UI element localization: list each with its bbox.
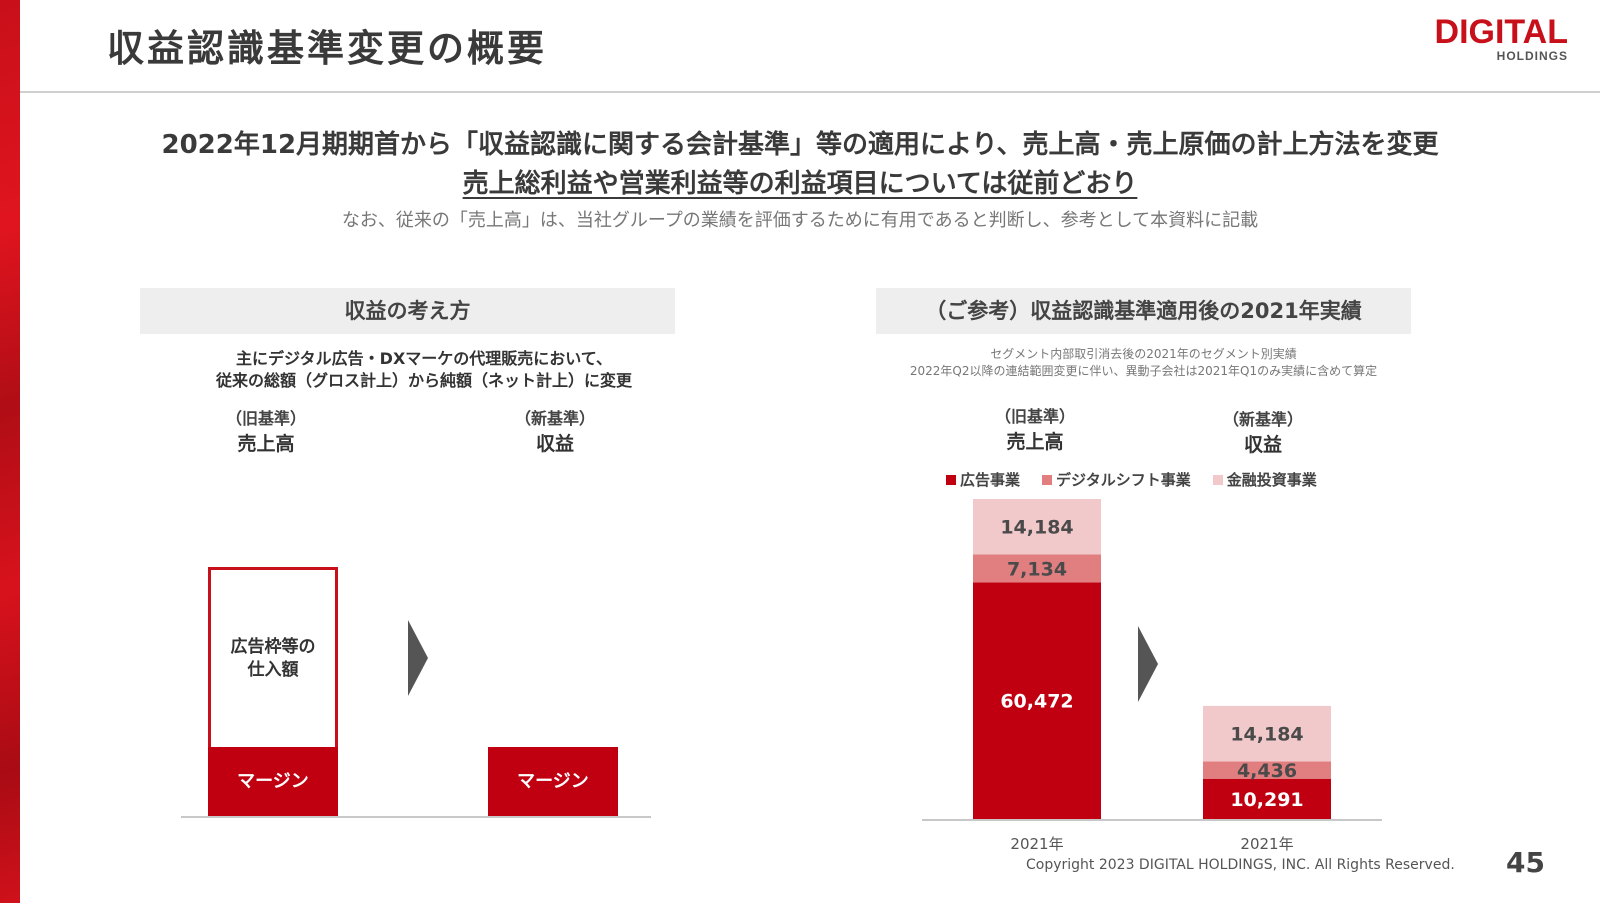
legend-swatch-2 (1212, 475, 1223, 485)
data-label-0-0: 60,472 (1000, 691, 1073, 713)
margin-box-new: マージン (488, 747, 618, 817)
legend-item-1: デジタルシフト事業 (1042, 471, 1191, 489)
headline-emphasis-text: 売上総利益や営業利益等の利益項目については従前どおり (462, 169, 1138, 199)
margin-box-old: マージン (208, 747, 338, 817)
logo-subtext: HOLDINGS (1496, 49, 1568, 63)
left-old-standard-label: （旧基準） 売上高 (196, 405, 336, 456)
data-label-1-2: 14,184 (1230, 724, 1303, 746)
note-line-2: 2022年Q2以降の連結範囲変更に伴い、異動子会社は2021年Q1のみ実績に含め… (909, 364, 1378, 378)
header-divider (20, 91, 1600, 93)
left-new-standard-label: （新基準） 収益 (485, 405, 625, 456)
headline-main: 2022年12月期期首から「収益認識に関する会計基準」等の適用により、売上高・売… (161, 130, 1439, 160)
headline-emphasis: 売上総利益や営業利益等の利益項目については従前どおり (0, 163, 1600, 200)
legend-label-1: デジタルシフト事業 (1056, 471, 1191, 489)
copyright-text: Copyright 2023 DIGITAL HOLDINGS, INC. Al… (1026, 857, 1455, 873)
right-old-standard-sub: （旧基準） (994, 407, 1075, 426)
data-label-1-0: 10,291 (1230, 789, 1303, 811)
legend-swatch-0 (946, 475, 956, 485)
legend-label-2: 金融投資事業 (1226, 471, 1317, 489)
old-standard-main: 売上高 (237, 433, 295, 455)
data-label-1-1: 4,436 (1237, 760, 1297, 782)
page-title: 収益認識基準変更の概要 (107, 27, 547, 70)
legend-item-0: 広告事業 (946, 471, 1020, 489)
chart-legend: 広告事業 デジタルシフト事業 金融投資事業 (946, 469, 1339, 490)
old-standard-sub: （旧基準） (225, 409, 306, 428)
cost-of-ad-space-box: 広告枠等の 仕入額 (208, 567, 338, 750)
note-line-1: セグメント内部取引消去後の2021年のセグメント別実績 (990, 347, 1297, 361)
legend-label-0: 広告事業 (960, 471, 1021, 489)
left-baseline (181, 816, 651, 818)
left-panel-description: 主にデジタル広告・DXマーケの代理販売において、 従来の総額（グロス計上）から純… (140, 348, 708, 392)
category-label-0: 2021年 (1010, 835, 1063, 853)
cost-label-line-2: 仕入額 (247, 660, 299, 680)
description-line-2: 従来の総額（グロス計上）から純額（ネット計上）に変更 (215, 371, 632, 390)
left-panel-title: 収益の考え方 (140, 288, 675, 334)
headline-note: なお、従来の「売上高」は、当社グループの業績を評価するために有用であると判断し、… (341, 210, 1259, 231)
company-logo: DIGITAL HOLDINGS (1435, 14, 1568, 62)
page-number: 45 (1506, 846, 1545, 879)
legend-swatch-1 (1042, 475, 1053, 485)
category-label-1: 2021年 (1240, 835, 1293, 853)
arrow-right-icon-2 (1138, 626, 1158, 702)
new-standard-sub: （新基準） (514, 409, 595, 428)
legend-item-2: 金融投資事業 (1212, 471, 1317, 489)
right-old-standard-main: 売上高 (1006, 431, 1064, 453)
right-panel-notes: セグメント内部取引消去後の2021年のセグメント別実績 2022年Q2以降の連結… (856, 346, 1431, 380)
new-standard-main: 収益 (535, 433, 574, 455)
description-line-1: 主にデジタル広告・DXマーケの代理販売において、 (235, 349, 613, 368)
right-old-standard-label: （旧基準） 売上高 (965, 403, 1105, 454)
right-panel-title: （ご参考）収益認識基準適用後の2021年実績 (876, 288, 1411, 334)
logo-wordmark: DIGITAL (1434, 13, 1568, 51)
data-label-0-1: 7,134 (1007, 558, 1067, 580)
arrow-right-icon (408, 620, 428, 696)
data-label-0-2: 14,184 (1000, 517, 1073, 539)
cost-label-line-1: 広告枠等の (230, 637, 316, 657)
right-new-standard-main: 収益 (1243, 434, 1282, 456)
right-new-standard-sub: （新基準） (1222, 410, 1303, 429)
right-new-standard-label: （新基準） 収益 (1193, 406, 1333, 457)
